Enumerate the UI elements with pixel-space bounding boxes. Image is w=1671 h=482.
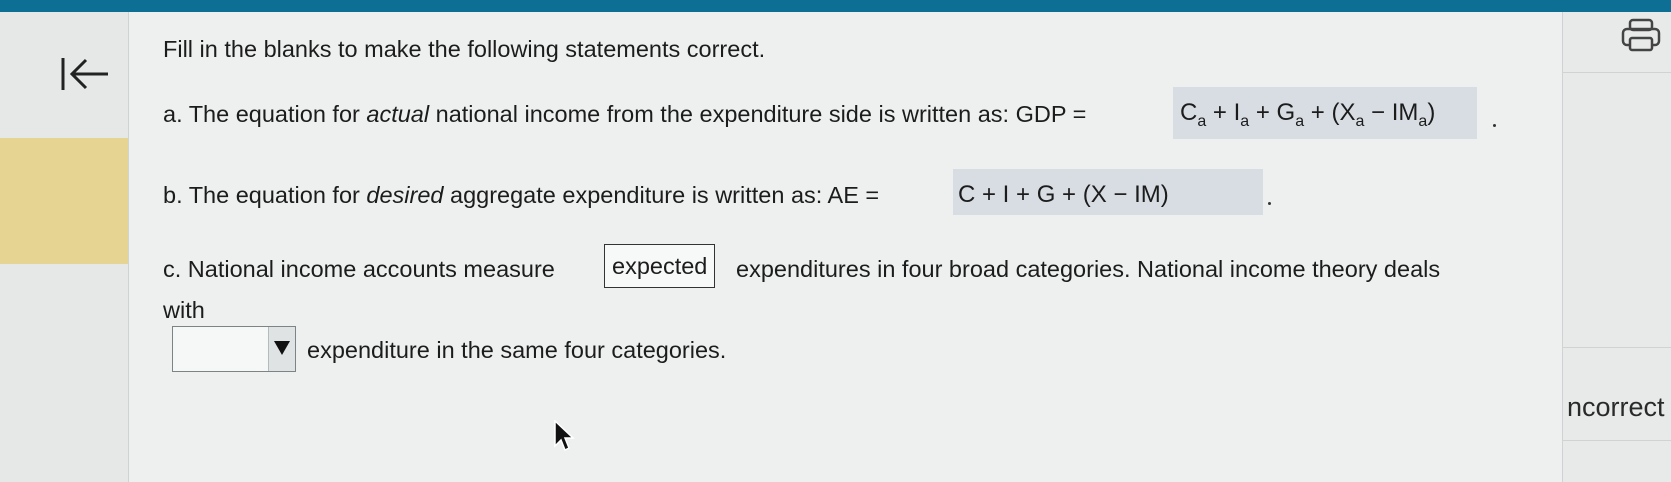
- period-mark: [1493, 124, 1496, 127]
- right-rail: ncorrect: [1562, 12, 1671, 482]
- back-to-start-icon[interactable]: [60, 52, 116, 96]
- print-icon[interactable]: [1620, 18, 1664, 52]
- left-rail-highlight: [0, 138, 128, 264]
- statement-c-text-4: expenditure in the same four categories.: [307, 337, 727, 363]
- statement-c-text-1: c. National income accounts measure: [163, 256, 555, 282]
- period-mark: [1268, 202, 1271, 205]
- expenditure-type-dropdown[interactable]: [172, 326, 296, 372]
- statement-c-text-3: with: [163, 297, 205, 323]
- instruction-text: Fill in the blanks to make the following…: [163, 36, 766, 62]
- divider: [1563, 440, 1671, 441]
- question-panel: [129, 12, 1562, 482]
- divider: [1563, 347, 1671, 348]
- statement-c-answer-expected[interactable]: expected: [604, 244, 716, 288]
- statement-a-equation: Ca + Ia + Ga + (Xa − IMa): [1180, 99, 1436, 130]
- mouse-cursor-icon: [554, 419, 576, 457]
- feedback-text: ncorrect: [1567, 392, 1665, 422]
- statement-b-equation: C + I + G + (X − IM): [958, 181, 1169, 208]
- divider: [1563, 72, 1671, 73]
- statement-b-text: b. The equation for desired aggregate ex…: [163, 182, 880, 208]
- statement-c-text-2: expenditures in four broad categories. N…: [736, 256, 1441, 282]
- statement-a-text: a. The equation for actual national inco…: [163, 101, 1087, 127]
- triangle-down-icon[interactable]: [268, 327, 295, 371]
- top-bar: [0, 0, 1671, 12]
